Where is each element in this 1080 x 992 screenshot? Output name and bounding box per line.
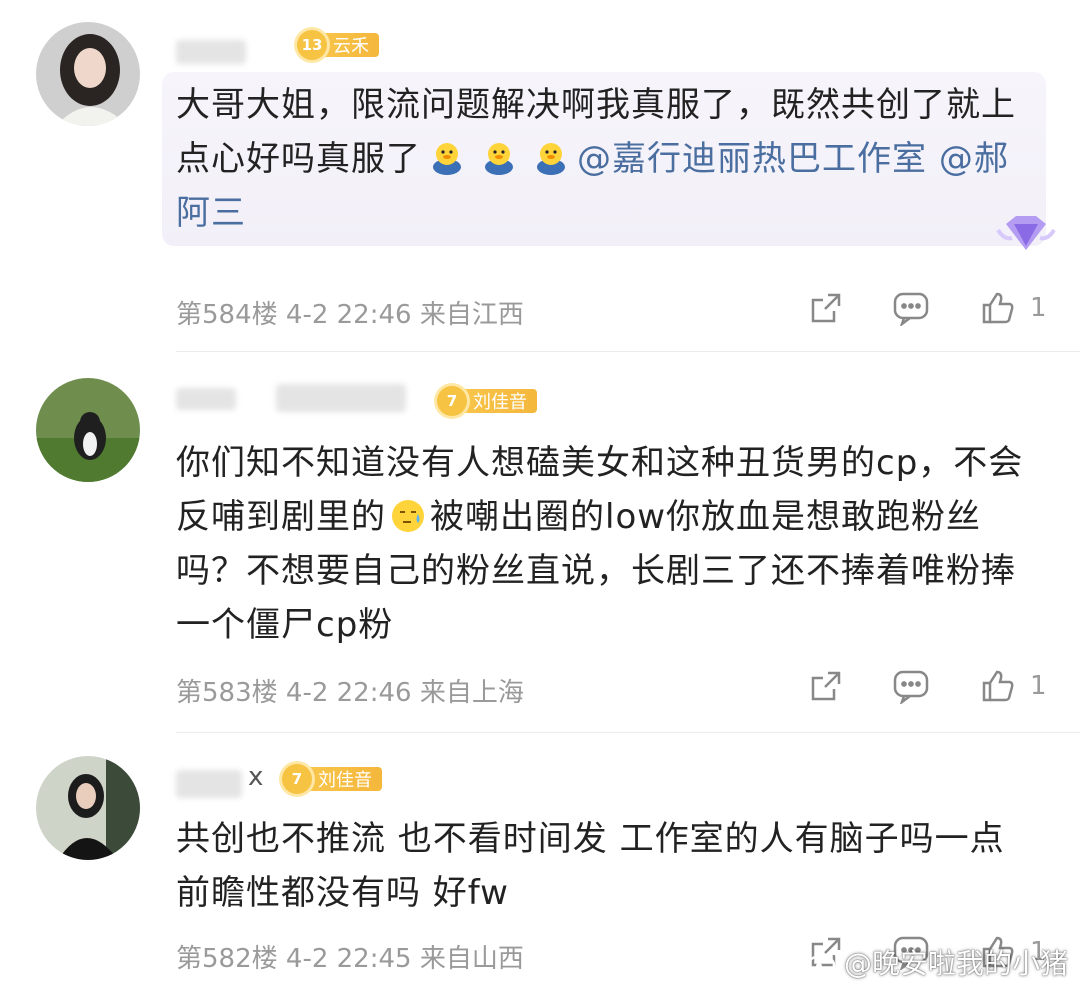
- comment-text: 共创也不推流 也不看时间发 工作室的人有脑子吗一点前瞻性都没有吗 好fw: [176, 819, 1005, 913]
- fan-badge[interactable]: 7 刘佳音: [282, 764, 382, 794]
- floor-number: 第583楼: [176, 678, 278, 708]
- vip-diamond-icon: [996, 210, 1056, 260]
- avatar[interactable]: [36, 756, 140, 860]
- duck-emoji: [533, 138, 569, 175]
- avatar[interactable]: [36, 22, 140, 126]
- thumbs-up-icon: [982, 670, 1014, 702]
- share-button[interactable]: [808, 290, 844, 326]
- comment-584: 13 云禾 大哥大姐，限流问题解决啊我真服了，既然共创了就上点心好吗真服了 @嘉行…: [0, 0, 1080, 352]
- sweat-face-emoji: [390, 496, 426, 532]
- fan-badge[interactable]: 13 云禾: [297, 30, 379, 60]
- mention-link[interactable]: @嘉行迪丽热巴工作室: [577, 139, 927, 179]
- username[interactable]: [176, 378, 416, 412]
- floor-number: 第582楼: [176, 944, 278, 974]
- username[interactable]: x: [176, 762, 276, 798]
- duck-emoji: [429, 138, 465, 175]
- thumbs-up-icon: [982, 292, 1014, 324]
- comment-text: 你们知不知道没有人想磕美女和这种丑货男的cp，不会反哺到剧里的 被嘲出圈的low你…: [176, 443, 1024, 645]
- comment-meta: 第583楼 4-2 22:46 来自上海: [176, 672, 524, 709]
- timestamp: 4-2 22:46: [285, 678, 412, 708]
- username[interactable]: [176, 34, 286, 68]
- location: 来自山西: [419, 944, 524, 974]
- comment-icon: [893, 670, 929, 704]
- location: 来自上海: [419, 678, 524, 708]
- comment-meta: 第582楼 4-2 22:45 来自山西: [176, 938, 524, 975]
- comment-583: 7 刘佳音 你们知不知道没有人想磕美女和这种丑货男的cp，不会反哺到剧里的 被嘲出…: [0, 352, 1080, 734]
- reply-button[interactable]: [892, 290, 930, 326]
- like-button[interactable]: 1: [980, 290, 1047, 326]
- share-button[interactable]: [808, 668, 844, 704]
- duck-emoji: [481, 138, 517, 175]
- divider: [176, 732, 1080, 733]
- comment-meta: 第584楼 4-2 22:46 来自江西: [176, 294, 524, 331]
- comment-icon: [893, 292, 929, 326]
- comment-text: 大哥大姐，限流问题解决啊我真服了，既然共创了就上点心好吗真服了 @嘉行迪丽热巴工作…: [176, 85, 1016, 233]
- reply-button[interactable]: [892, 668, 930, 704]
- weibo-watermark: @晚安啦我的小猪: [806, 942, 1068, 982]
- timestamp: 4-2 22:46: [285, 300, 412, 330]
- avatar[interactable]: [36, 378, 140, 482]
- share-icon: [811, 293, 841, 323]
- timestamp: 4-2 22:45: [285, 944, 412, 974]
- floor-number: 第584楼: [176, 300, 278, 330]
- like-button[interactable]: 1: [980, 668, 1047, 704]
- fan-badge[interactable]: 7 刘佳音: [437, 386, 537, 416]
- weibo-logo-icon: [806, 949, 839, 976]
- share-icon: [811, 671, 841, 701]
- like-count: 1: [1030, 293, 1047, 323]
- like-count: 1: [1030, 671, 1047, 701]
- location: 来自江西: [419, 300, 524, 330]
